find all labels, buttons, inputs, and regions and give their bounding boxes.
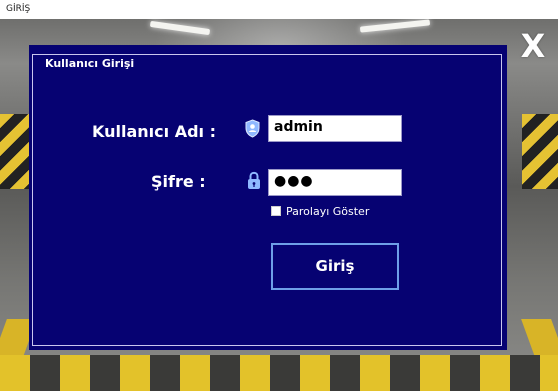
password-field[interactable]: ●●●	[268, 169, 402, 196]
ceiling-light	[149, 20, 211, 36]
window-title: GİRİŞ	[6, 4, 31, 14]
show-password-label[interactable]: Parolayı Göster	[286, 205, 369, 218]
user-shield-icon	[244, 119, 261, 138]
striped-pillar-right	[522, 114, 558, 189]
login-panel: Kullanıcı Girişi Kullanıcı Adı : admin Ş…	[29, 45, 507, 350]
show-password-checkbox[interactable]	[271, 206, 281, 216]
ceiling-light	[359, 19, 431, 33]
login-group-box: Kullanıcı Girişi Kullanıcı Adı : admin Ş…	[32, 54, 502, 346]
close-button[interactable]: X	[515, 28, 551, 64]
login-button[interactable]: Giriş	[271, 243, 399, 290]
username-label: Kullanıcı Adı :	[92, 122, 216, 141]
username-field[interactable]: admin	[268, 115, 402, 142]
window-titlebar: GİRİŞ	[0, 0, 558, 19]
group-title: Kullanıcı Girişi	[43, 57, 137, 70]
password-label: Şifre :	[151, 172, 206, 191]
floor-marking-right	[521, 319, 558, 357]
padlock-icon	[247, 170, 261, 190]
floor-stripes	[0, 355, 558, 391]
